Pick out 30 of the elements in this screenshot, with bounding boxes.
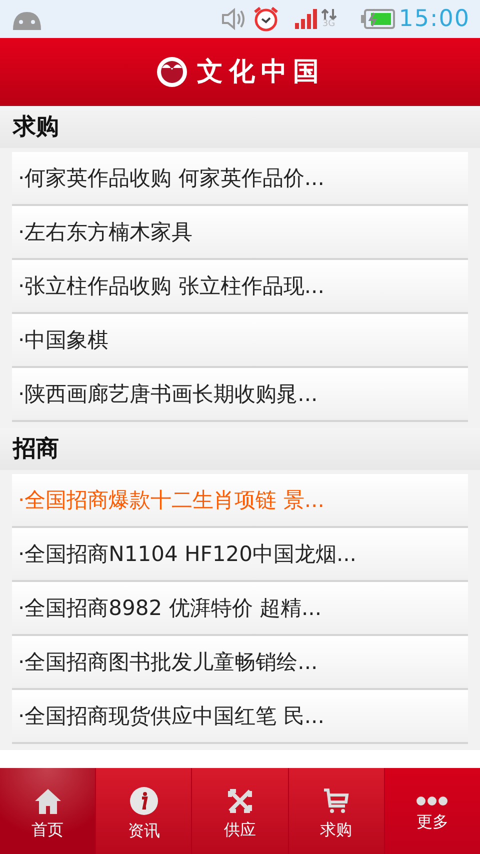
list-item[interactable]: ·陕西画廊艺唐书画长期收购晁... (12, 368, 468, 422)
list-item[interactable]: ·全国招商8982 优湃特价 超精... (12, 582, 468, 636)
logo-icon (155, 55, 189, 89)
status-time: 15:00 (398, 4, 470, 34)
app-title: 文化中国 (197, 56, 325, 88)
tab[interactable]: 供应 (192, 768, 289, 854)
alarm-icon (252, 6, 279, 32)
home-icon (34, 788, 62, 814)
network-label: 3G (322, 20, 336, 29)
signal-icon (294, 9, 317, 29)
section-heading: 求购 (0, 106, 480, 148)
tab[interactable]: 求购 (288, 768, 385, 854)
more-icon (416, 796, 448, 806)
list-item[interactable]: ·全国招商N1104 HF120中国龙烟... (12, 528, 468, 582)
info-icon (130, 787, 158, 815)
tab[interactable]: 更多 (384, 768, 480, 854)
list-item[interactable]: ·何家英作品收购 何家英作品价... (12, 152, 468, 206)
tab[interactable]: 首页 (0, 768, 96, 854)
list-item[interactable]: ·全国招商图书批发儿童畅销绘... (12, 636, 468, 690)
section-heading: 招商 (0, 428, 480, 470)
speaker-icon (220, 7, 245, 31)
tab[interactable]: 资讯 (96, 768, 192, 854)
list-item[interactable]: ·张立柱作品收购 张立柱作品现... (12, 260, 468, 314)
list-item[interactable]: ·中国象棋 (12, 314, 468, 368)
cross-arrows-icon (227, 788, 253, 814)
battery-icon (360, 9, 395, 29)
cart-icon (323, 788, 350, 814)
data-arrows-icon (320, 9, 337, 20)
list-item[interactable]: ·全国招商现货供应中国红笔 民... (12, 690, 468, 744)
list-item[interactable]: ·左右东方楠木家具 (12, 206, 468, 260)
